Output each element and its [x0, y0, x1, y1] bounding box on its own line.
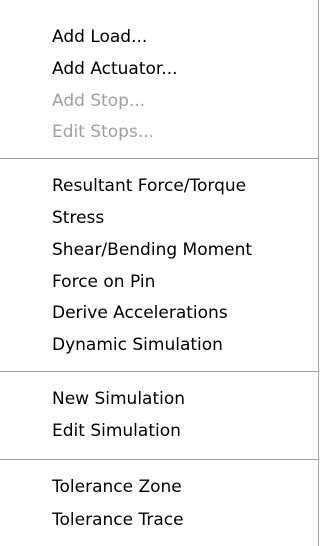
menu-item-derive-accelerations[interactable]: Derive Accelerations — [52, 298, 228, 328]
menu-item-add-load[interactable]: Add Load... — [52, 22, 147, 52]
menu-item-new-simulation[interactable]: New Simulation — [52, 384, 185, 414]
menu-separator — [0, 459, 318, 461]
menu-item-stress[interactable]: Stress — [52, 203, 104, 233]
menu-separator — [0, 371, 318, 373]
menu-item-tolerance-trace[interactable]: Tolerance Trace — [52, 505, 184, 535]
menu-item-force-on-pin[interactable]: Force on Pin — [52, 267, 155, 297]
menu-item-edit-stops: Edit Stops... — [52, 122, 155, 142]
context-menu: Add Load... Add Actuator... Add Stop... … — [0, 0, 319, 546]
menu-item-edit-simulation[interactable]: Edit Simulation — [52, 416, 181, 446]
menu-item-dynamic-simulation[interactable]: Dynamic Simulation — [52, 330, 223, 360]
menu-item-shear-bending-moment[interactable]: Shear/Bending Moment — [52, 235, 252, 265]
menu-separator — [0, 158, 318, 160]
menu-item-tolerance-zone[interactable]: Tolerance Zone — [52, 472, 182, 502]
menu-item-resultant-force-torque[interactable]: Resultant Force/Torque — [52, 171, 246, 201]
menu-item-add-stop: Add Stop... — [52, 91, 146, 111]
menu-item-add-actuator[interactable]: Add Actuator... — [52, 54, 178, 84]
